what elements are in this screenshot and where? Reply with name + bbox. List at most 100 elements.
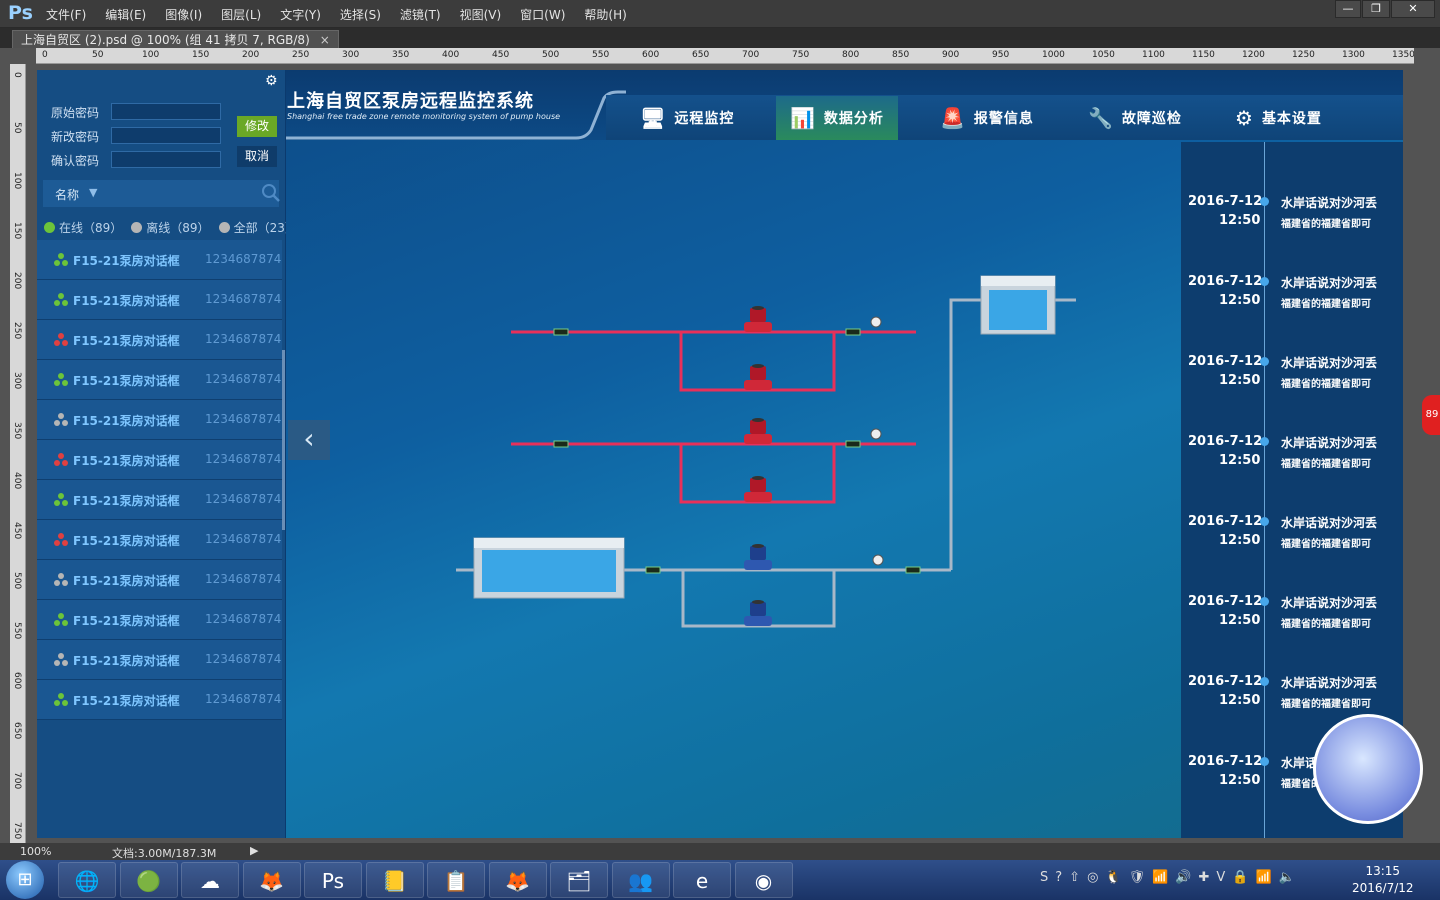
menu-item-4[interactable]: 文字(Y) <box>280 6 321 23</box>
desktop-widget[interactable] <box>1313 714 1423 824</box>
timeline-entry[interactable]: 2016-7-12 12:50 水岸话说对沙河丢福建省的福建省即可 <box>1181 194 1403 244</box>
list-item[interactable]: F15-21泵房对话框 1234687874 <box>37 320 282 360</box>
hruler-tick: 950 <box>992 50 1010 60</box>
vruler-tick: 350 <box>12 422 22 440</box>
status-filter-1[interactable]: 离线（89） <box>131 219 210 236</box>
nav-item-2[interactable]: 🚨 报警信息 <box>926 96 1048 140</box>
list-item[interactable]: F15-21泵房对话框 1234687874 <box>37 400 282 440</box>
vruler-tick: 500 <box>12 572 22 590</box>
tray-icon-9[interactable]: V <box>1216 870 1225 885</box>
clock[interactable]: 13:15 2016/7/12 <box>1352 863 1414 897</box>
tray-icon-12[interactable]: 🔈 <box>1279 870 1295 885</box>
menu-item-3[interactable]: 图层(L) <box>221 6 261 23</box>
timeline-entry[interactable]: 2016-7-12 12:50 水岸话说对沙河丢福建省的福建省即可 <box>1181 594 1403 644</box>
confirm-password-input[interactable] <box>111 151 221 168</box>
timeline-bullet-icon <box>1260 357 1269 366</box>
taskbar-app-9[interactable]: 👥 <box>611 862 670 898</box>
timeline-entry[interactable]: 2016-7-12 12:50 水岸话说对沙河丢福建省的福建省即可 <box>1181 354 1403 404</box>
menu-item-6[interactable]: 滤镜(T) <box>400 6 441 23</box>
tray-icon-11[interactable]: 📶 <box>1256 870 1272 885</box>
tray-icon-10[interactable]: 🔒 <box>1232 870 1248 885</box>
list-item[interactable]: F15-21泵房对话框 1234687874 <box>37 560 282 600</box>
taskbar-app-0[interactable]: 🌐 <box>58 862 116 898</box>
taskbar-app-2[interactable]: ☁ <box>181 862 239 898</box>
list-item[interactable]: F15-21泵房对话框 1234687874 <box>37 240 282 280</box>
menu-item-9[interactable]: 帮助(H) <box>584 6 626 23</box>
hruler-tick: 400 <box>442 50 460 60</box>
list-item[interactable]: F15-21泵房对话框 1234687874 <box>37 520 282 560</box>
close-button[interactable]: ✕ <box>1391 0 1435 18</box>
menu-item-0[interactable]: 文件(F) <box>46 6 86 23</box>
confirm-password-label: 确认密码 <box>51 154 100 168</box>
timeline-entry[interactable]: 2016-7-12 12:50 水岸话说对沙河丢福建省的福建省即可 <box>1181 434 1403 484</box>
list-item[interactable]: F15-21泵房对话框 1234687874 <box>37 440 282 480</box>
pump-status-icon <box>54 453 68 466</box>
taskbar-app-5[interactable]: 📒 <box>365 862 424 898</box>
restore-button[interactable]: ❐ <box>1362 0 1390 18</box>
nav-item-3[interactable]: 🔧 故障巡检 <box>1074 96 1196 140</box>
vertical-ruler[interactable]: 0 50 100 150 200 250 300 350 400 450 500 550 600 650 7… <box>10 64 26 844</box>
zoom-level[interactable]: 100% <box>20 845 51 858</box>
taskbar-app-3[interactable]: 🦊 <box>242 862 301 898</box>
taskbar-app-10[interactable]: e <box>673 862 731 898</box>
tray-icon-8[interactable]: ✚ <box>1199 870 1210 885</box>
menu-item-2[interactable]: 图像(I) <box>165 6 202 23</box>
collapse-sidebar-button[interactable]: ‹ <box>288 420 330 460</box>
menu-item-1[interactable]: 编辑(E) <box>105 6 146 23</box>
taskbar-app-11[interactable]: ◉ <box>734 862 793 898</box>
list-scrollbar[interactable] <box>282 350 285 530</box>
list-item-number: 1234687874 <box>205 452 282 466</box>
nav-item-1[interactable]: 📊 数据分析 <box>776 96 898 140</box>
tray-icon-7[interactable]: 🔊 <box>1175 870 1191 885</box>
name-filter-bar[interactable]: 名称 ▼ <box>43 180 281 207</box>
header-divider <box>286 90 626 140</box>
timeline-time: 12:50 <box>1219 213 1261 228</box>
taskbar-app-8[interactable]: 🗂 <box>550 862 608 898</box>
edit-button[interactable]: 修改 <box>237 116 277 137</box>
list-item[interactable]: F15-21泵房对话框 1234687874 <box>37 680 282 720</box>
timeline-entry[interactable]: 2016-7-12 12:50 水岸话说对沙河丢福建省的福建省即可 <box>1181 514 1403 564</box>
nav-item-4[interactable]: ⚙ 基本设置 <box>1221 96 1336 140</box>
menu-item-5[interactable]: 选择(S) <box>340 6 381 23</box>
cancel-button[interactable]: 取消 <box>237 146 277 167</box>
tray-icon-4[interactable]: 🐧 <box>1105 870 1121 885</box>
list-item[interactable]: F15-21泵房对话框 1234687874 <box>37 280 282 320</box>
menu-item-7[interactable]: 视图(V) <box>460 6 502 23</box>
new-password-input[interactable] <box>111 127 221 144</box>
timeline-time: 12:50 <box>1219 373 1261 388</box>
taskbar-app-1[interactable]: 🟢 <box>119 862 178 898</box>
tray-icon-2[interactable]: ⇧ <box>1069 870 1080 885</box>
canvas[interactable]: ⚙ 原始密码 新改密码 确认密码 修改 取消 名称 ▼ 在线（89） 离线（89）… <box>37 70 1403 838</box>
minimize-button[interactable]: — <box>1335 0 1361 18</box>
menu-item-8[interactable]: 窗口(W) <box>520 6 565 23</box>
status-filter-0[interactable]: 在线（89） <box>44 219 122 236</box>
taskbar-app-7[interactable]: 🦊 <box>488 862 547 898</box>
list-item[interactable]: F15-21泵房对话框 1234687874 <box>37 600 282 640</box>
timeline-entry[interactable]: 2016-7-12 12:50 水岸话说对沙河丢福建省的福建省即可 <box>1181 274 1403 324</box>
search-icon[interactable] <box>261 183 281 207</box>
gear-icon[interactable]: ⚙ <box>265 73 278 89</box>
tray-icon-6[interactable]: 📶 <box>1152 870 1168 885</box>
status-arrow-icon[interactable]: ▶ <box>250 844 258 857</box>
nav-item-0[interactable]: 🖥 远程监控 <box>626 96 748 140</box>
nav-icon: 📊 <box>790 106 816 130</box>
taskbar-app-4[interactable]: Ps <box>304 862 362 898</box>
timeline-bullet-icon <box>1260 277 1269 286</box>
list-item[interactable]: F15-21泵房对话框 1234687874 <box>37 640 282 680</box>
tray-icon-3[interactable]: ◎ <box>1087 870 1098 885</box>
tray-icon-5[interactable]: 🛡 <box>1129 870 1146 885</box>
original-password-input[interactable] <box>111 103 221 120</box>
doc-tab[interactable]: 上海自贸区 (2).psd @ 100% (组 41 拷贝 7, RGB/8) × <box>12 30 339 48</box>
tray-icon-0[interactable]: S <box>1040 870 1048 885</box>
tray-icon-1[interactable]: ? <box>1055 870 1062 885</box>
hruler-tick: 1050 <box>1092 50 1115 60</box>
widget-badge[interactable]: 89 <box>1422 395 1440 435</box>
horizontal-ruler[interactable]: 0 50 100 150 200 250 300 350 400 450 500 550 600 650 7… <box>36 48 1414 64</box>
list-item[interactable]: F15-21泵房对话框 1234687874 <box>37 480 282 520</box>
list-item[interactable]: F15-21泵房对话框 1234687874 <box>37 360 282 400</box>
start-button[interactable]: ⊞ <box>6 861 44 899</box>
water-tank-small <box>980 275 1056 335</box>
doc-tab-close-icon[interactable]: × <box>320 33 330 47</box>
chevron-down-icon[interactable]: ▼ <box>89 186 97 199</box>
taskbar-app-6[interactable]: 📋 <box>427 862 485 898</box>
